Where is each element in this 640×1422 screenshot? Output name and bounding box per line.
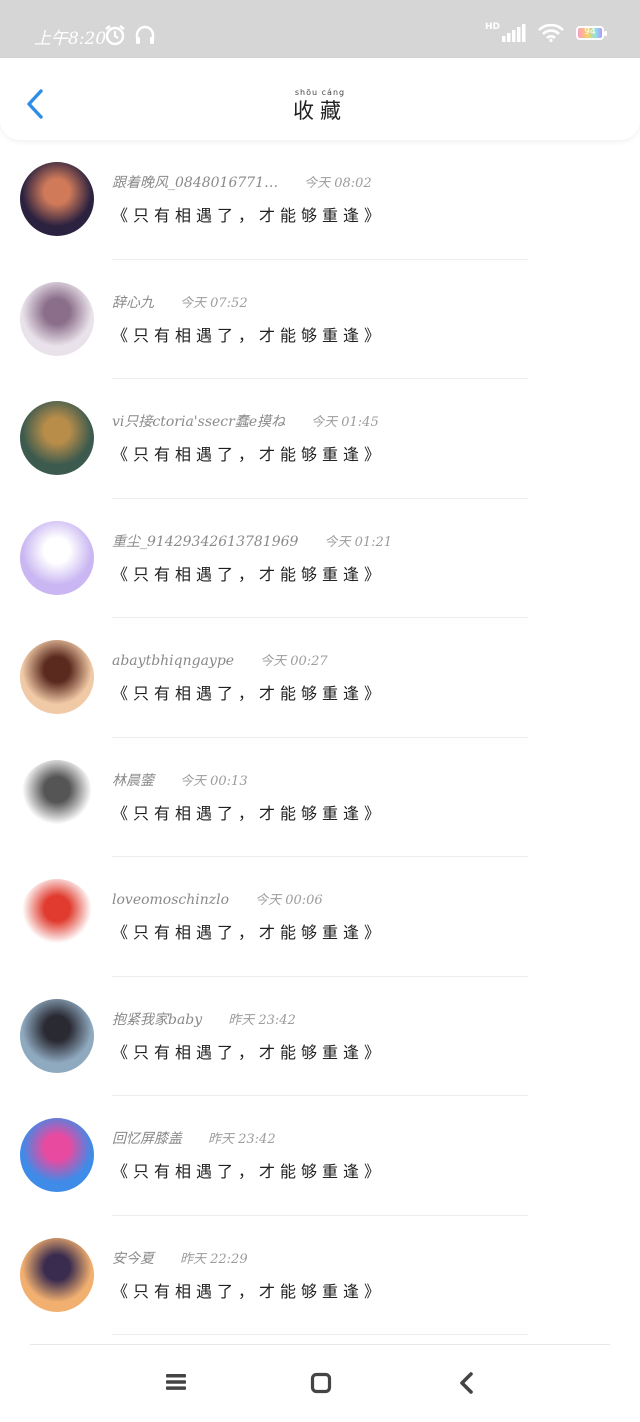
- timestamp: 今天 00:27: [260, 654, 328, 669]
- user-name[interactable]: 安今夏: [112, 1248, 154, 1268]
- home-icon[interactable]: [310, 1372, 332, 1394]
- item-header: 林晨蓥 今天 00:13: [112, 770, 248, 790]
- user-name[interactable]: 跟着晚风_0848016771…: [112, 172, 278, 192]
- status-time: 上午8:20: [34, 29, 107, 49]
- battery-icon: 94: [576, 26, 607, 40]
- status-bar: 上午8:20 HD 94: [0, 0, 640, 58]
- list-item[interactable]: 回忆屏膝盖 昨天 23:42 《只有相遇了，才能够重逢》: [0, 1096, 640, 1216]
- user-name[interactable]: 辞心九: [112, 292, 154, 312]
- user-name[interactable]: 重尘_91429342613781969: [112, 531, 298, 551]
- avatar[interactable]: [20, 162, 94, 236]
- page-title-text: 收藏: [293, 99, 347, 123]
- item-header: 抱紧我家baby 昨天 23:42: [112, 1009, 296, 1029]
- message-text: 《只有相遇了，才能够重逢》: [112, 1281, 386, 1301]
- user-name[interactable]: 林晨蓥: [112, 770, 154, 790]
- item-header: 跟着晚风_0848016771… 今天 08:02: [112, 172, 372, 192]
- list-item[interactable]: 林晨蓥 今天 00:13 《只有相遇了，才能够重逢》: [0, 738, 640, 857]
- message-text: 《只有相遇了，才能够重逢》: [112, 206, 386, 225]
- user-name[interactable]: vi只接ctoria'ssecr蠢e摸ね: [112, 411, 285, 431]
- avatar[interactable]: [20, 401, 94, 475]
- list-item[interactable]: loveomoschinzlo 今天 00:06 《只有相遇了，才能够重逢》: [0, 857, 640, 977]
- user-name[interactable]: abaytbhiqngaype: [112, 653, 234, 669]
- item-header: abaytbhiqngaype 今天 00:27: [112, 650, 328, 669]
- message-text: 《只有相遇了，才能够重逢》: [112, 445, 386, 464]
- item-header: 辞心九 今天 07:52: [112, 292, 248, 312]
- timestamp: 今天 01:21: [324, 534, 393, 550]
- menu-icon[interactable]: [165, 1372, 187, 1392]
- item-header: 安今夏 昨天 22:29: [112, 1248, 248, 1268]
- list-item[interactable]: 辞心九 今天 07:52 《只有相遇了，才能够重逢》: [0, 260, 640, 379]
- timestamp: 今天 08:02: [304, 176, 372, 191]
- user-name[interactable]: 抱紧我家baby: [112, 1009, 202, 1029]
- message-text: 《只有相遇了，才能够重逢》: [112, 803, 386, 823]
- timestamp: 昨天 23:42: [208, 1132, 276, 1147]
- message-text: 《只有相遇了，才能够重逢》: [112, 1042, 386, 1062]
- item-header: loveomoschinzlo 今天 00:06: [112, 889, 323, 908]
- message-text: 《只有相遇了，才能够重逢》: [112, 564, 386, 584]
- avatar[interactable]: [20, 759, 94, 834]
- avatar[interactable]: [20, 520, 94, 595]
- avatar[interactable]: [20, 281, 94, 356]
- timestamp: 今天 00:13: [180, 773, 248, 789]
- user-name[interactable]: loveomoschinzlo: [112, 892, 229, 908]
- top-bar: shōu cáng 收藏: [0, 58, 640, 140]
- avatar[interactable]: [20, 1118, 94, 1192]
- list-item[interactable]: 安今夏 昨天 22:29 《只有相遇了，才能够重逢》: [0, 1216, 640, 1335]
- system-nav-bar: [0, 1345, 640, 1422]
- message-text: 《只有相遇了，才能够重逢》: [112, 1162, 386, 1181]
- divider: [112, 1334, 528, 1335]
- avatar[interactable]: [20, 1237, 94, 1312]
- avatar[interactable]: [20, 640, 94, 714]
- avatar[interactable]: [20, 879, 94, 953]
- alarm-icon: [105, 25, 125, 46]
- list-item[interactable]: 跟着晚风_0848016771… 今天 08:02 《只有相遇了，才能够重逢》: [0, 140, 640, 260]
- status-right: HD 94: [484, 22, 607, 42]
- list-item[interactable]: 重尘_91429342613781969 今天 01:21 《只有相遇了，才能够重逢…: [0, 499, 640, 618]
- item-header: 回忆屏膝盖 昨天 23:42: [112, 1128, 276, 1148]
- avatar[interactable]: [20, 998, 94, 1073]
- item-header: vi只接ctoria'ssecr蠢e摸ね 今天 01:45: [112, 411, 379, 431]
- list-item[interactable]: vi只接ctoria'ssecr蠢e摸ね 今天 01:45 《只有相遇了，才能够重逢…: [0, 379, 640, 499]
- signal-icon: [502, 24, 526, 42]
- list-item[interactable]: abaytbhiqngaype 今天 00:27 《只有相遇了，才能够重逢》: [0, 618, 640, 738]
- wifi-icon: [538, 24, 564, 42]
- page-title: shōu cáng 收藏: [0, 88, 640, 125]
- list-item[interactable]: 抱紧我家baby 昨天 23:42 《只有相遇了，才能够重逢》: [0, 977, 640, 1096]
- network-type: HD: [484, 22, 500, 32]
- timestamp: 昨天 22:29: [180, 1251, 248, 1267]
- timestamp: 今天 07:52: [180, 295, 248, 311]
- favorites-list: 跟着晚风_0848016771… 今天 08:02 《只有相遇了，才能够重逢》 辞心九…: [0, 140, 640, 1335]
- timestamp: 今天 01:45: [311, 415, 379, 430]
- message-text: 《只有相遇了，才能够重逢》: [112, 684, 386, 703]
- timestamp: 昨天 23:42: [228, 1012, 296, 1028]
- item-header: 重尘_91429342613781969 今天 01:21: [112, 531, 392, 551]
- message-text: 《只有相遇了，才能够重逢》: [112, 325, 386, 345]
- headset-icon: [135, 25, 155, 44]
- back-icon[interactable]: [456, 1372, 478, 1394]
- user-name[interactable]: 回忆屏膝盖: [112, 1128, 182, 1148]
- message-text: 《只有相遇了，才能够重逢》: [112, 923, 386, 942]
- timestamp: 今天 00:06: [255, 893, 323, 908]
- battery-level: 94: [584, 27, 596, 37]
